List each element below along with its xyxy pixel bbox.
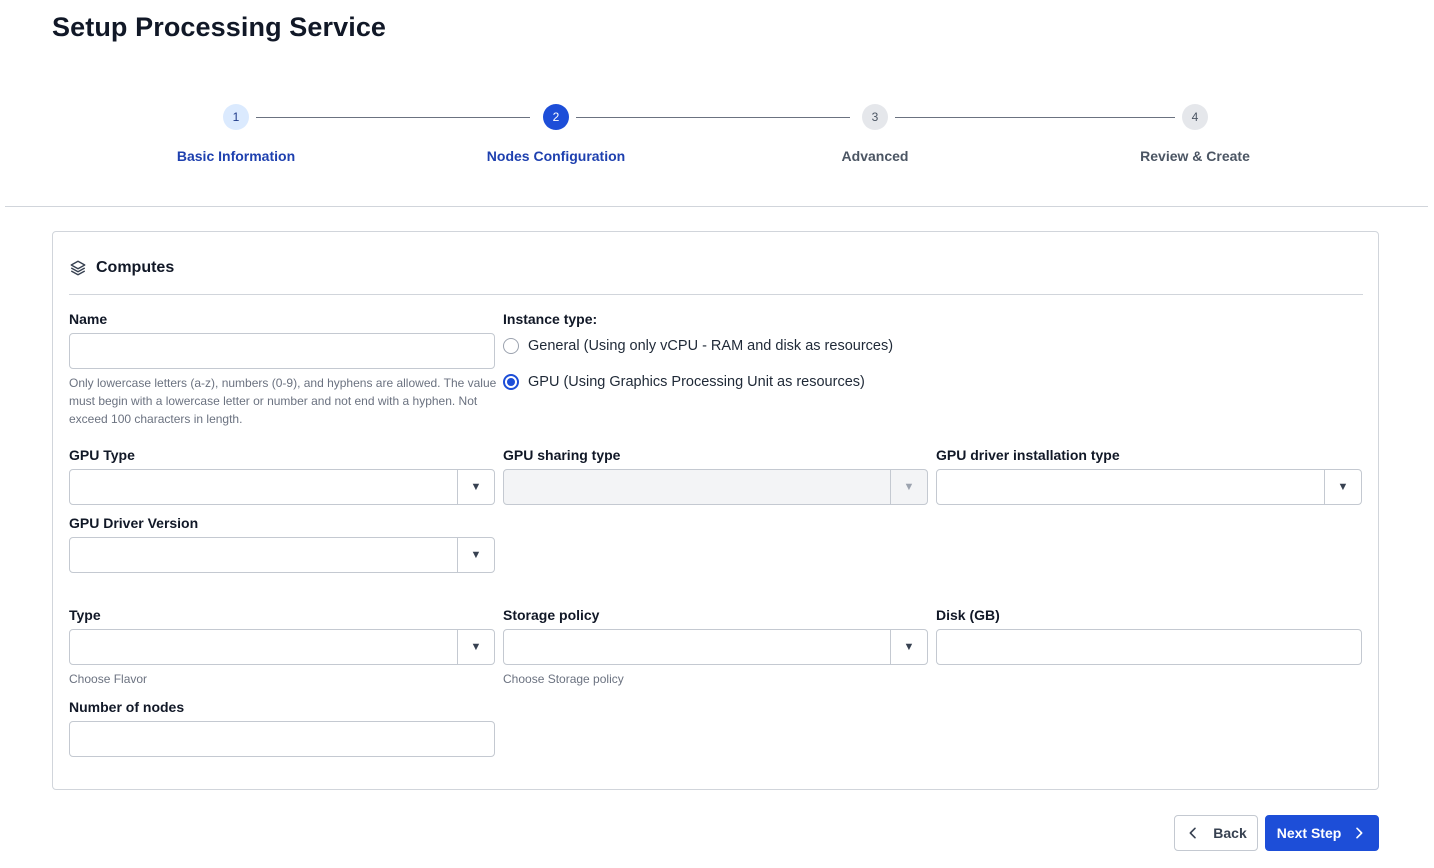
card-title: Computes: [96, 259, 175, 276]
disk-field[interactable]: [936, 629, 1362, 665]
caret-down-icon[interactable]: ▼: [457, 538, 494, 572]
caret-down-icon[interactable]: ▼: [890, 630, 927, 664]
gpu-driver-version-select[interactable]: ▼: [69, 537, 495, 573]
chevron-left-icon: [1189, 827, 1197, 839]
step-label: Basic Information: [176, 148, 296, 164]
step-number: 4: [1182, 104, 1208, 130]
computes-card: Computes Name Only lowercase letters (a-…: [52, 231, 1379, 790]
caret-down-icon[interactable]: ▼: [457, 470, 494, 504]
radio-button[interactable]: [503, 374, 519, 390]
caret-down-icon: ▼: [890, 470, 927, 504]
gpu-driver-installation-type-label: GPU driver installation type: [936, 447, 1120, 463]
radio-gpu[interactable]: GPU (Using Graphics Processing Unit as r…: [503, 374, 865, 390]
caret-down-icon[interactable]: ▼: [1324, 470, 1361, 504]
page-title: Setup Processing Service: [52, 12, 387, 42]
name-help-text: Only lowercase letters (a-z), numbers (0…: [69, 376, 497, 426]
gpu-sharing-type-label: GPU sharing type: [503, 447, 621, 463]
disk-input[interactable]: [937, 630, 1361, 664]
storage-policy-label: Storage policy: [503, 607, 600, 623]
name-label: Name: [69, 311, 108, 327]
step-basic-information[interactable]: 1 Basic Information: [116, 104, 356, 164]
name-input[interactable]: [70, 334, 494, 368]
storage-policy-select[interactable]: ▼: [503, 629, 928, 665]
radio-button[interactable]: [503, 338, 519, 354]
step-label: Advanced: [841, 148, 909, 164]
step-label: Nodes Configuration: [486, 148, 626, 164]
back-button-label: Back: [1213, 825, 1247, 841]
type-label: Type: [69, 607, 101, 623]
next-step-button[interactable]: Next Step: [1265, 815, 1379, 851]
number-of-nodes-input[interactable]: [70, 722, 494, 756]
radio-general[interactable]: General (Using only vCPU - RAM and disk …: [503, 338, 893, 354]
caret-down-icon[interactable]: ▼: [457, 630, 494, 664]
step-nodes-configuration[interactable]: 2 Nodes Configuration: [436, 104, 676, 164]
step-review-create: 4 Review & Create: [1075, 104, 1315, 164]
instance-type-label: Instance type:: [503, 311, 598, 327]
card-header: Computes: [69, 259, 174, 277]
step-number: 3: [862, 104, 888, 130]
disk-label: Disk (GB): [936, 607, 1000, 623]
number-of-nodes-field[interactable]: [69, 721, 495, 757]
gpu-driver-version-label: GPU Driver Version: [69, 515, 199, 531]
back-button[interactable]: Back: [1174, 815, 1258, 851]
gpu-driver-installation-type-select[interactable]: ▼: [936, 469, 1362, 505]
stepper-divider: [5, 206, 1428, 207]
chevron-right-icon: [1356, 827, 1363, 839]
type-select[interactable]: ▼: [69, 629, 495, 665]
layers-icon: [70, 260, 86, 276]
storage-policy-help-text: Choose Storage policy: [503, 672, 624, 686]
gpu-type-label: GPU Type: [69, 447, 135, 463]
step-number: 2: [543, 104, 569, 130]
step-number: 1: [223, 104, 249, 130]
card-separator: [69, 294, 1363, 295]
radio-label: GPU (Using Graphics Processing Unit as r…: [528, 374, 865, 390]
step-label: Review & Create: [1140, 148, 1250, 164]
type-help-text: Choose Flavor: [69, 672, 148, 686]
next-step-button-label: Next Step: [1276, 825, 1342, 841]
step-advanced: 3 Advanced: [755, 104, 995, 164]
stepper: 1 Basic Information 2 Nodes Configuratio…: [0, 104, 1434, 174]
number-of-nodes-label: Number of nodes: [69, 699, 185, 715]
name-field[interactable]: [69, 333, 495, 369]
gpu-sharing-type-select: ▼: [503, 469, 928, 505]
radio-label: General (Using only vCPU - RAM and disk …: [528, 338, 894, 354]
gpu-type-select[interactable]: ▼: [69, 469, 495, 505]
